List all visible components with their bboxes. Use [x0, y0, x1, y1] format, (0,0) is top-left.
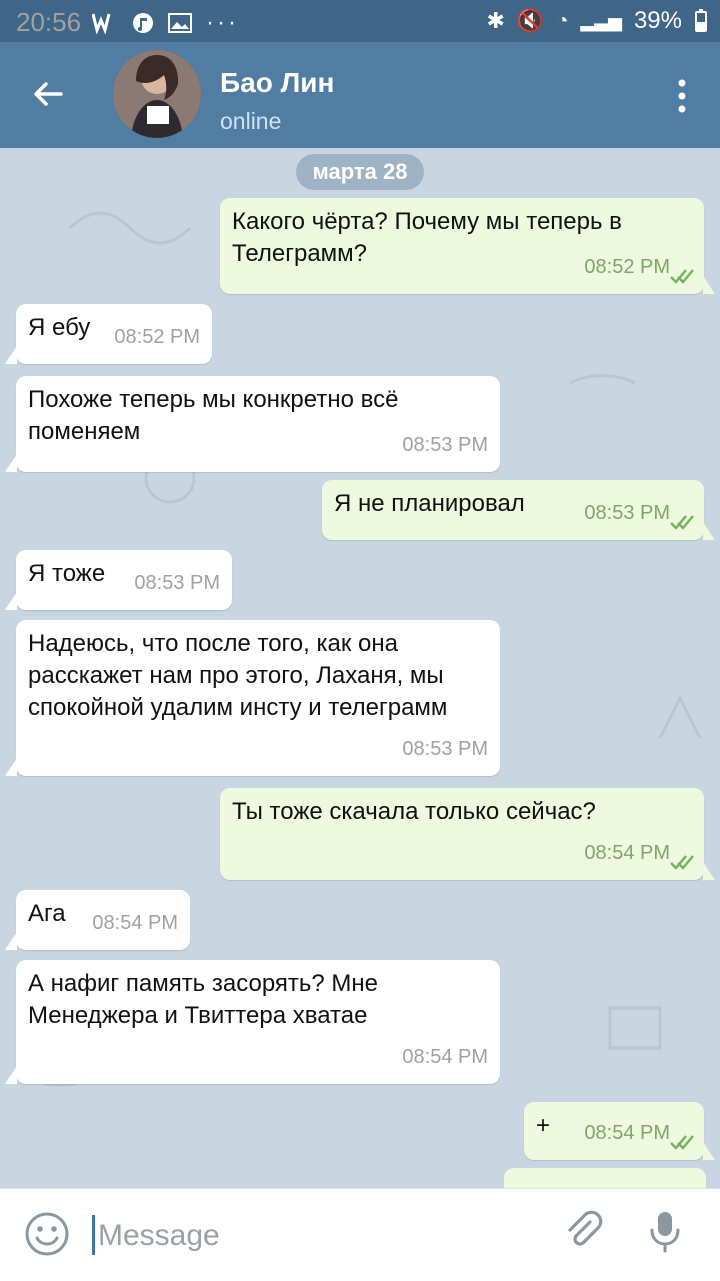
- more-notifications-icon: ···: [206, 9, 239, 36]
- chat-area: марта 28 Какого чёрта? Почему мы теперь …: [0, 148, 720, 1188]
- message-composer: [0, 1188, 720, 1281]
- message-time: 08:53 PM: [134, 572, 220, 594]
- message-incoming[interactable]: Похоже теперь мы конкретно всё поменяем …: [5, 376, 500, 472]
- more-vert-icon[interactable]: [672, 76, 692, 116]
- chat-header: Бао Лин online: [0, 42, 720, 148]
- message-time: 08:52 PM: [114, 326, 200, 348]
- message-incoming[interactable]: Ага 08:54 PM: [5, 890, 190, 950]
- double-check-icon: [670, 855, 694, 870]
- emoji-icon[interactable]: [24, 1211, 70, 1257]
- message-time: 08:54 PM: [402, 1046, 488, 1068]
- message-incoming[interactable]: Надеюсь, что после того, как она расскаж…: [5, 620, 500, 776]
- signal-icon: ▂▃▅: [580, 10, 622, 31]
- message-text: А нафиг память засорять? Мне Менеджера и…: [28, 970, 379, 1029]
- bluetooth-icon: ✱: [486, 8, 505, 33]
- message-incoming[interactable]: Я ебу 08:52 PM: [5, 304, 212, 364]
- message-incoming[interactable]: Я тоже 08:53 PM: [5, 550, 232, 610]
- date-chip: марта 28: [296, 154, 424, 190]
- battery-text: 39%: [633, 7, 682, 34]
- status-left-icons: ···: [92, 9, 239, 37]
- double-check-icon: [670, 515, 694, 530]
- avatar-image: [113, 50, 201, 138]
- back-icon[interactable]: [28, 74, 68, 114]
- message-time: 08:53 PM: [402, 738, 488, 760]
- music-icon: [133, 13, 153, 33]
- text-cursor: [92, 1215, 95, 1255]
- message-outgoing[interactable]: Ты тоже скачала только сейчас? 08:54 PM: [220, 788, 715, 880]
- contact-avatar[interactable]: [113, 50, 201, 138]
- message-text: Надеюсь, что после того, как она расскаж…: [28, 630, 448, 721]
- paperclip-icon[interactable]: [562, 1209, 606, 1253]
- status-right-icons: ✱ 🔇 ◔ ▂▃▅ 39%: [486, 7, 708, 35]
- message-outgoing[interactable]: + 08:54 PM: [524, 1102, 715, 1160]
- message-time: 08:53 PM: [584, 502, 670, 524]
- contact-name: Бао Лин: [220, 67, 335, 98]
- status-bar: 20:56 ··· ✱ 🔇 ◔ ▂▃▅ 39%: [0, 0, 720, 42]
- message-incoming[interactable]: А нафиг память засорять? Мне Менеджера и…: [5, 960, 500, 1084]
- notification-w-icon: [92, 13, 111, 34]
- microphone-icon[interactable]: [648, 1209, 682, 1253]
- wifi-icon: ◔: [556, 9, 569, 32]
- message-text: Ты тоже скачала только сейчас?: [232, 798, 596, 825]
- mute-icon: 🔇: [516, 8, 545, 33]
- message-time: 08:52 PM: [584, 256, 670, 278]
- message-time: 08:54 PM: [584, 1122, 670, 1144]
- message-time: 08:53 PM: [402, 434, 488, 456]
- message-time: 08:54 PM: [584, 842, 670, 864]
- battery-icon: [695, 9, 707, 32]
- message-outgoing[interactable]: Какого чёрта? Почему мы теперь в Телегра…: [220, 198, 715, 294]
- message-outgoing[interactable]: Я не планировал 08:53 PM: [322, 480, 715, 540]
- gallery-icon: [168, 13, 192, 33]
- contact-status: online: [220, 108, 282, 134]
- message-input[interactable]: [96, 1213, 530, 1259]
- double-check-icon: [670, 269, 694, 284]
- message-time: 08:54 PM: [92, 912, 178, 934]
- double-check-icon: [670, 1135, 694, 1150]
